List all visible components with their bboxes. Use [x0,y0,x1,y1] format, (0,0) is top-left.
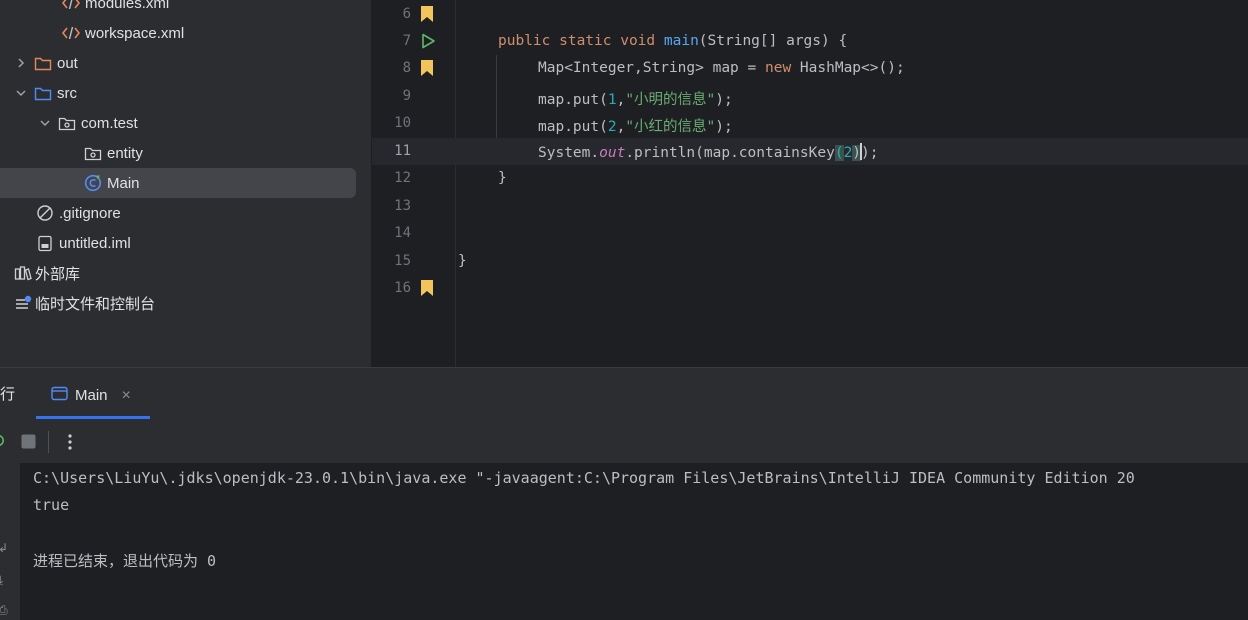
code-line[interactable]: 14 [372,220,1248,247]
xml-file-icon [62,24,80,42]
code-line[interactable]: 16 [372,275,1248,302]
chevron-down-icon[interactable] [38,116,52,130]
code-text: map.put(1,"小明的信息"); [538,92,733,108]
tree-item-src[interactable]: src [0,78,371,108]
line-number: 13 [394,198,411,214]
code-text: public static void main(String[] args) { [498,33,848,49]
code-text: } [498,170,507,186]
run-tab-main[interactable]: Main × [36,375,150,419]
package-icon [84,144,102,162]
scroll-to-end-icon[interactable]: ⤓ [0,573,3,588]
console-icon [51,386,68,405]
run-tab-label: Main [75,387,108,404]
module-file-icon [36,234,54,252]
java-class-icon [84,174,102,192]
tree-item-out[interactable]: out [0,48,371,78]
code-line[interactable]: 7 public static void main(String[] args)… [372,28,1248,55]
line-number: 16 [394,280,411,296]
tree-item-gitignore[interactable]: .gitignore [0,198,371,228]
console-line: C:\Users\LiuYu\.jdks\openjdk-23.0.1\bin\… [33,469,1135,487]
console-output[interactable]: C:\Users\LiuYu\.jdks\openjdk-23.0.1\bin\… [20,463,1248,620]
console-line: 进程已结束，退出代码为 0 [33,552,217,570]
line-number: 12 [394,170,411,186]
ignore-file-icon [36,204,54,222]
folder-icon [34,54,52,72]
code-line[interactable]: 10 map.put(2,"小红的信息"); [372,110,1248,137]
tree-item-untitled-iml[interactable]: untitled.iml [0,228,371,258]
close-icon[interactable]: × [122,387,131,405]
stop-icon[interactable] [21,434,36,453]
line-number: 10 [394,115,411,131]
xml-file-icon [62,0,80,12]
source-folder-icon [34,84,52,102]
code-line[interactable]: 8 Map<Integer,String> map = new HashMap<… [372,55,1248,82]
code-text: } [458,253,467,269]
code-line[interactable]: 6 [372,1,1248,28]
more-options-icon[interactable] [67,433,73,455]
code-line-current[interactable]: 11 System.out.println(map.containsKey(2)… [372,138,1248,165]
run-icon[interactable] [420,33,436,49]
toolbar-separator [48,431,49,453]
line-number: 15 [394,253,411,269]
run-toolbar [0,421,1248,463]
external-libraries-icon [14,264,32,282]
bookmark-icon[interactable] [420,60,436,76]
code-line[interactable]: 12 } [372,165,1248,192]
code-line[interactable]: 13 [372,193,1248,220]
tree-item-external-libraries[interactable]: 外部库 [0,258,371,288]
line-number: 11 [394,143,411,159]
line-number: 14 [394,225,411,241]
code-line[interactable]: 15 } [372,248,1248,275]
scratches-icon [14,294,32,312]
line-number: 7 [402,33,411,49]
tree-item-workspace-xml[interactable]: workspace.xml [0,18,371,48]
line-number: 8 [402,60,411,76]
code-editor[interactable]: 6 7 public static void main(String[] arg… [372,0,1248,367]
code-text: map.put(2,"小红的信息"); [538,119,733,135]
print-icon[interactable]: ⎙ [0,603,8,618]
tree-item-modules-xml[interactable]: modules.xml [0,0,371,18]
bookmark-icon[interactable] [420,6,436,22]
chevron-right-icon[interactable] [14,56,28,70]
tree-item-scratches[interactable]: 临时文件和控制台 [0,288,371,318]
tree-item-com-test[interactable]: com.test [0,108,371,138]
tree-item-main[interactable]: Main [0,168,356,198]
bookmark-icon[interactable] [420,280,436,296]
soft-wrap-icon[interactable]: ↲ [0,541,8,555]
tree-item-entity[interactable]: entity [0,138,371,168]
code-line[interactable]: 9 map.put(1,"小明的信息"); [372,83,1248,110]
code-text: System.out.println(map.containsKey(2)); [538,143,879,161]
rerun-icon[interactable] [0,433,6,453]
line-number: 6 [402,6,411,22]
line-number: 9 [402,88,411,104]
chevron-down-icon[interactable] [14,86,28,100]
run-tool-window: 行 Main × ↲ ⤓ ⎙ C:\Users\LiuYu\.jdks\open… [0,368,1248,620]
console-side-toolbar: ↲ ⤓ ⎙ [0,463,20,620]
code-text: Map<Integer,String> map = new HashMap<>(… [538,60,905,76]
run-panel-title: 行 [0,386,16,403]
package-icon [58,114,76,132]
project-tool-window: modules.xml workspace.xml out src com.te… [0,0,371,367]
console-line: true [33,496,70,514]
